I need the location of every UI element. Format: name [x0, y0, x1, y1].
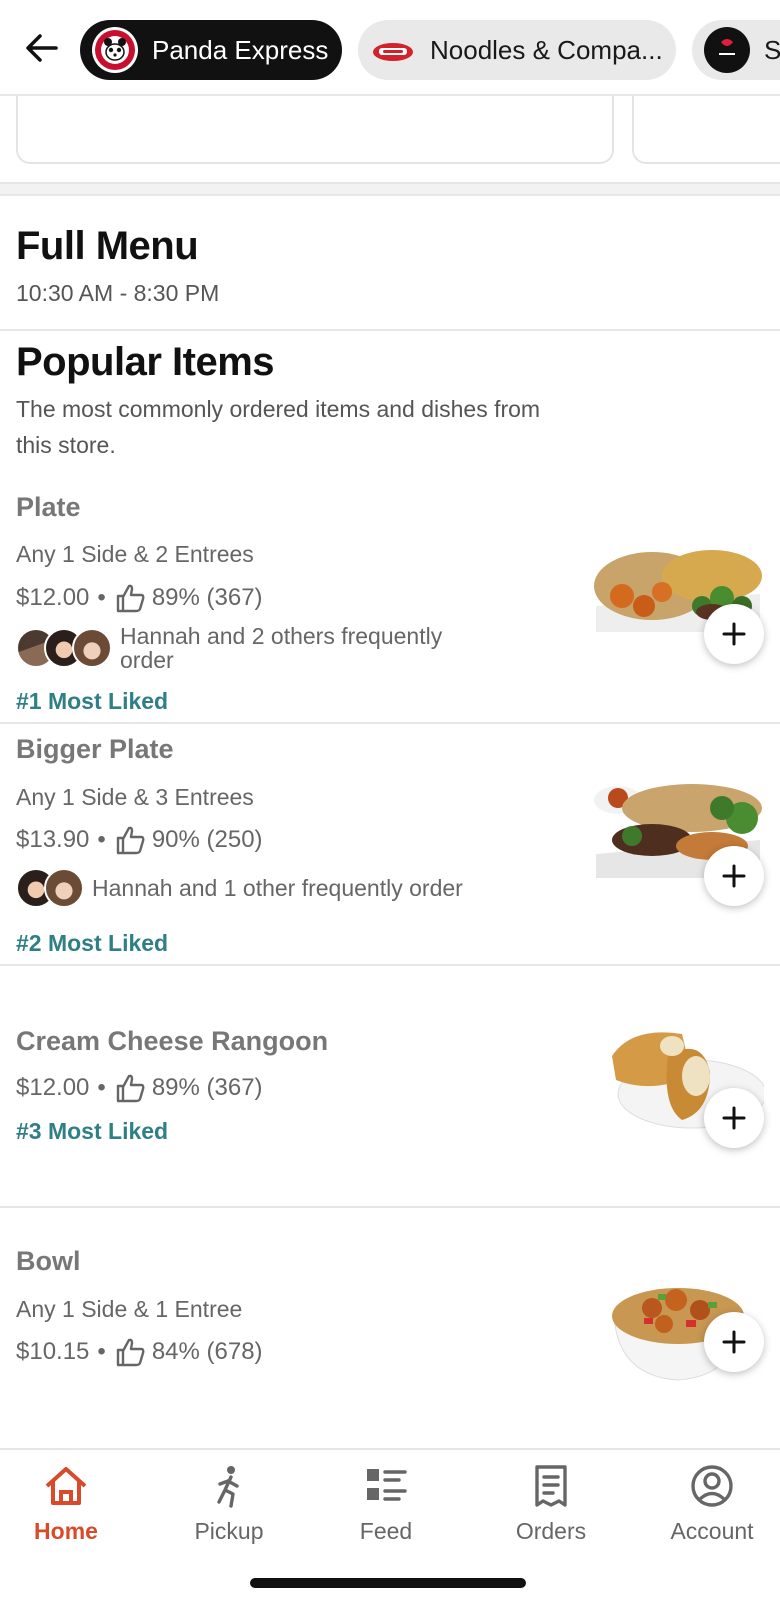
popular-items-subtitle-line1: The most commonly ordered items and dish… [16, 396, 541, 422]
plus-icon [722, 1330, 746, 1354]
deals-card-strip [0, 96, 780, 180]
rank-badge: #2 Most Liked [16, 930, 169, 956]
thumbs-up-icon [114, 582, 146, 614]
store-chip-noodles[interactable]: Noodles & Compa... [358, 20, 676, 80]
item-name: Bigger Plate [16, 734, 174, 764]
item-price-row: $10.15 • 84% (678) [16, 1336, 263, 1368]
plus-icon [722, 1106, 746, 1130]
menu-item-plate[interactable]: Plate Any 1 Side & 2 Entrees $12.00 • 89… [0, 480, 780, 724]
separator: • [97, 1338, 106, 1365]
item-price: $13.90 [16, 826, 90, 853]
nav-label: Account [670, 1518, 754, 1544]
nav-label: Orders [515, 1518, 587, 1544]
menu-hours: 10:30 AM - 8:30 PM [16, 280, 220, 306]
section-divider [0, 182, 780, 196]
menu-item-cream-cheese-rangoon[interactable]: Cream Cheese Rangoon $12.00 • 89% (367) … [0, 966, 780, 1208]
store-switcher-bar: Panda Express Noodles & Compa... S [0, 0, 780, 96]
separator: • [97, 1074, 106, 1101]
nav-feed[interactable]: Feed [316, 1462, 456, 1545]
add-to-cart-button[interactable] [704, 604, 764, 664]
menu-item-bigger-plate[interactable]: Bigger Plate Any 1 Side & 3 Entrees $13.… [0, 724, 780, 966]
store-chip-label: Noodles & Compa... [430, 34, 663, 65]
nav-account[interactable]: Account [642, 1462, 780, 1545]
noodles-logo-icon [370, 27, 416, 73]
social-proof-line: Hannah and 2 others frequently [120, 623, 443, 649]
social-proof-line: order [120, 647, 174, 673]
thumbs-up-icon [114, 1072, 146, 1104]
nav-label: Home [34, 1518, 98, 1544]
store-logo-icon [704, 27, 750, 73]
store-chip-label: Panda Express [152, 34, 329, 65]
nav-orders[interactable]: Orders [481, 1462, 621, 1545]
home-indicator [250, 1578, 526, 1588]
social-proof-text: Hannah and 1 other frequently order [92, 876, 463, 900]
friend-avatars [16, 868, 84, 908]
separator: • [97, 826, 106, 853]
popular-items-subtitle-line2: this store. [16, 432, 116, 458]
social-proof: Hannah and 2 others frequently order [16, 624, 442, 672]
menu-item-bowl[interactable]: Bowl Any 1 Side & 1 Entree $10.15 • 84% … [0, 1208, 780, 1448]
item-description: Any 1 Side & 3 Entrees [16, 784, 254, 810]
thumbs-up-icon [114, 824, 146, 856]
item-price: $12.00 [16, 584, 90, 611]
item-rating: 90% (250) [151, 826, 263, 853]
plus-icon [722, 622, 746, 646]
social-proof: Hannah and 1 other frequently order [16, 868, 463, 908]
store-chip-label: S [764, 34, 780, 65]
feed-list-icon [362, 1462, 410, 1510]
item-description: Any 1 Side & 2 Entrees [16, 541, 254, 567]
back-button[interactable] [20, 26, 64, 70]
panda-express-logo-icon [92, 27, 138, 73]
item-name: Bowl [16, 1246, 81, 1276]
item-name: Cream Cheese Rangoon [16, 1026, 329, 1056]
rank-badge: #3 Most Liked [16, 1118, 169, 1144]
orders-receipt-icon [527, 1462, 575, 1510]
nav-label: Feed [359, 1518, 413, 1544]
item-price-row: $12.00 • 89% (367) [16, 582, 263, 614]
store-chip-third[interactable]: S [692, 20, 780, 80]
item-rating: 89% (367) [151, 584, 263, 611]
rank-badge: #1 Most Liked [16, 688, 169, 714]
nav-home[interactable]: Home [0, 1462, 136, 1545]
store-chip-panda-express[interactable]: Panda Express [80, 20, 342, 80]
item-name: Plate [16, 492, 81, 522]
avatar [72, 628, 112, 668]
nav-pickup[interactable]: Pickup [159, 1462, 299, 1545]
nav-label: Pickup [194, 1518, 264, 1544]
popular-items-title: Popular Items [16, 340, 275, 384]
deal-card[interactable] [16, 96, 614, 164]
friend-avatars [16, 628, 112, 668]
home-icon [42, 1462, 90, 1510]
social-proof-text: Hannah and 2 others frequently order [120, 624, 442, 672]
item-rating: 84% (678) [151, 1338, 263, 1365]
pickup-walking-icon [205, 1462, 253, 1510]
account-icon [688, 1462, 736, 1510]
item-price-row: $12.00 • 89% (367) [16, 1072, 263, 1104]
avatar [44, 868, 84, 908]
item-price: $12.00 [16, 1074, 90, 1101]
social-proof-line: Hannah and 1 other frequently order [92, 875, 463, 901]
back-arrow-icon [26, 34, 58, 62]
item-price-row: $13.90 • 90% (250) [16, 824, 263, 856]
divider [0, 329, 780, 331]
add-to-cart-button[interactable] [704, 1312, 764, 1372]
add-to-cart-button[interactable] [704, 1088, 764, 1148]
menu-title: Full Menu [16, 224, 199, 268]
plus-icon [722, 864, 746, 888]
item-description: Any 1 Side & 1 Entree [16, 1296, 243, 1322]
add-to-cart-button[interactable] [704, 846, 764, 906]
item-price: $10.15 [16, 1338, 90, 1365]
separator: • [97, 584, 106, 611]
thumbs-up-icon [114, 1336, 146, 1368]
item-rating: 89% (367) [151, 1074, 263, 1101]
deal-card[interactable] [632, 96, 780, 164]
